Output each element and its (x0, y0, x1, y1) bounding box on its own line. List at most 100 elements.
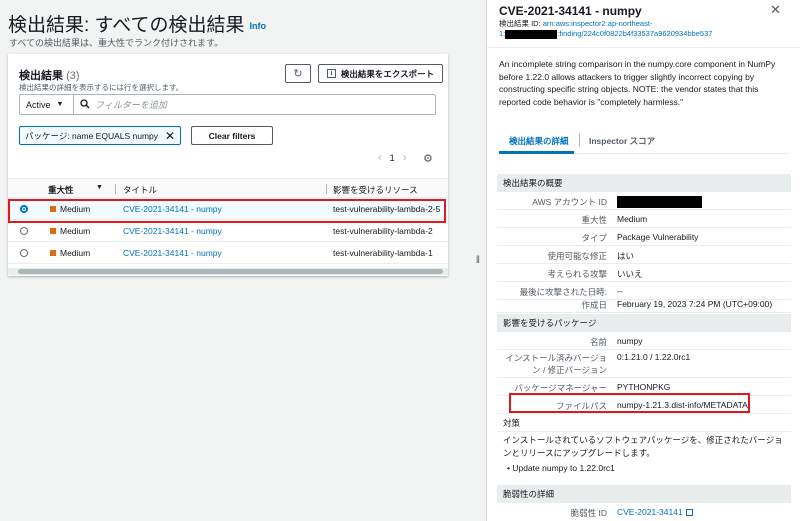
kv-exploit: 考えられる攻撃 いいえ (497, 264, 791, 282)
table-row[interactable]: Medium CVE-2021-34141 - numpy test-vulne… (8, 220, 448, 242)
column-title[interactable]: タイトル (123, 184, 157, 196)
row-resource: test-vulnerability-lambda-1 (333, 248, 433, 258)
findings-count: (3) (66, 70, 80, 82)
divider (487, 47, 800, 48)
file-path-highlight (509, 393, 750, 413)
export-icon (326, 69, 336, 78)
filter-token: パッケージ: name EQUALS numpy ✕ (19, 126, 181, 145)
section-remediation-heading: 対策 (497, 414, 791, 432)
redacted-account-id (617, 196, 702, 208)
column-severity[interactable]: 重大性 ▼ (48, 184, 103, 196)
split-panel-handle[interactable]: ‖ (470, 0, 486, 521)
filter-placeholder: フィルターを追加 (95, 100, 167, 110)
finding-id-line-2[interactable]: 1::finding/224c0f0822b4f33537a9620934bbe… (499, 29, 712, 39)
row-radio[interactable] (20, 249, 28, 257)
kv-label: インストール済みバージョン / 修正バージョン (505, 353, 607, 375)
kv-vuln-id: 脆弱性 ID CVE-2021-34141 (497, 503, 791, 521)
kv-package-version: インストール済みバージョン / 修正バージョン 0:1.21.0 / 1.22.… (497, 350, 791, 378)
findings-list-area: 検出結果: すべての検出結果 Info すべての検出結果は、重大性でランク付けされ… (0, 0, 470, 521)
table-header: 重大性 ▼ タイトル 影響を受けるリソース (8, 178, 448, 198)
column-divider[interactable] (326, 184, 327, 194)
kv-label: 考えられる攻撃 (547, 269, 607, 279)
horizontal-scrollbar[interactable] (8, 268, 448, 275)
kv-value: はい (617, 251, 635, 261)
kv-value: いいえ (617, 269, 643, 279)
kv-value: February 19, 2023 7:24 PM (UTC+09:00) (617, 299, 773, 309)
detail-title: CVE-2021-34141 - numpy (499, 4, 642, 18)
external-link-icon (685, 509, 693, 517)
finding-id-line: 検出結果 ID: arn:aws:inspector2:ap-northeast… (499, 18, 652, 29)
row-title-link[interactable]: CVE-2021-34141 - numpy (123, 226, 222, 236)
kv-label: 使用可能な修正 (547, 251, 607, 261)
kv-value: Medium (617, 214, 648, 224)
close-icon[interactable]: ✕ (770, 2, 781, 18)
pagination: ‹ 1 › (370, 152, 414, 164)
drag-handle-icon: ‖ (475, 255, 481, 266)
export-findings-button[interactable]: 検出結果をエクスポート (318, 64, 443, 83)
gear-icon[interactable]: ⚙ (423, 152, 433, 165)
filter-token-text: パッケージ: name EQUALS numpy (25, 130, 159, 141)
findings-title-text: 検出結果 (19, 70, 63, 82)
filter-input[interactable]: フィルターを追加 (73, 94, 436, 115)
finding-id-label: 検出結果 ID: (499, 19, 541, 28)
row-severity: Medium (60, 248, 91, 258)
section-package-heading: 影響を受けるパッケージ (497, 314, 791, 332)
section-overview-heading: 検出結果の概要 (497, 174, 791, 192)
kv-account-id: AWS アカウント ID (497, 192, 791, 210)
page-title-text: 検出結果: すべての検出結果 (8, 15, 245, 36)
kv-fix-available: 使用可能な修正 はい (497, 246, 791, 264)
kv-package-name: 名前 numpy (497, 332, 791, 350)
info-link[interactable]: Info (249, 21, 266, 31)
kv-label: 脆弱性 ID (570, 508, 607, 518)
remediation-text: インストールされているソフトウェアパッケージを、修正されたバージョンとリリースに… (503, 435, 783, 458)
scrollbar-thumb[interactable] (18, 269, 443, 274)
kv-label: 重大性 (581, 215, 607, 225)
kv-value: numpy (617, 336, 643, 346)
remediation-bullet-text: Update numpy to 1.22.0rc1 (512, 463, 615, 473)
kv-label: タイプ (581, 233, 607, 243)
tab-finding-details[interactable]: 検出結果の詳細 (509, 135, 569, 147)
sort-down-icon: ▼ (96, 184, 103, 191)
next-page-icon[interactable]: › (403, 152, 407, 164)
findings-card-title: 検出結果 (3) (19, 67, 80, 83)
kv-value: Package Vulnerability (617, 232, 699, 242)
kv-value: 0:1.21.0 / 1.22.0rc1 (617, 352, 691, 362)
status-value: Active (26, 99, 51, 110)
finding-description: An incomplete string comparison in the n… (499, 59, 776, 107)
kv-created: 作成日 February 19, 2023 7:24 PM (UTC+09:00… (497, 295, 791, 313)
table-row[interactable]: Medium CVE-2021-34141 - numpy test-vulne… (8, 242, 448, 264)
page-description: すべての検出結果は、重大性でランク付けされます。 (9, 38, 224, 48)
row-radio[interactable] (20, 227, 28, 235)
vuln-id-text: CVE-2021-34141 (617, 507, 683, 517)
kv-label: AWS アカウント ID (532, 197, 607, 207)
vuln-id-link[interactable]: CVE-2021-34141 (617, 507, 693, 517)
kv-severity: 重大性 Medium (497, 210, 791, 228)
status-select[interactable]: Active ▼ (19, 94, 74, 115)
kv-label: 名前 (589, 337, 607, 347)
export-label: 検出結果をエクスポート (340, 68, 435, 79)
finding-id-link[interactable]: arn:aws:inspector2:ap-northeast- (543, 19, 653, 28)
severity-medium-icon (50, 250, 56, 256)
page-number[interactable]: 1 (390, 153, 395, 163)
page-title: 検出結果: すべての検出結果 Info (8, 10, 266, 37)
detail-tabs: 検出結果の詳細 Inspector スコア (499, 130, 789, 154)
remove-token-icon[interactable]: ✕ (165, 129, 175, 143)
finding-id-suffix: :finding/224c0f0822b4f33537a9620934bbe53… (557, 29, 713, 38)
redacted-account (505, 29, 558, 39)
row-title-link[interactable]: CVE-2021-34141 - numpy (123, 248, 222, 258)
caret-down-icon: ▼ (56, 101, 64, 108)
active-tab-indicator (499, 151, 574, 154)
tab-inspector-score[interactable]: Inspector スコア (589, 135, 655, 147)
remediation-bullet: • Update numpy to 1.22.0rc1 (507, 463, 615, 473)
refresh-button[interactable]: ↻ (285, 64, 311, 83)
row-resource: test-vulnerability-lambda-2 (333, 226, 433, 236)
kv-type: タイプ Package Vulnerability (497, 228, 791, 246)
prev-page-icon[interactable]: ‹ (378, 152, 382, 164)
selected-row-highlight (8, 199, 446, 223)
row-severity: Medium (60, 226, 91, 236)
tab-separator (579, 133, 580, 147)
clear-filters-button[interactable]: Clear filters (191, 126, 273, 145)
column-resource[interactable]: 影響を受けるリソース (333, 184, 418, 196)
finding-detail-panel: CVE-2021-34141 - numpy ✕ 検出結果 ID: arn:aw… (486, 0, 800, 521)
column-divider[interactable] (115, 184, 116, 194)
